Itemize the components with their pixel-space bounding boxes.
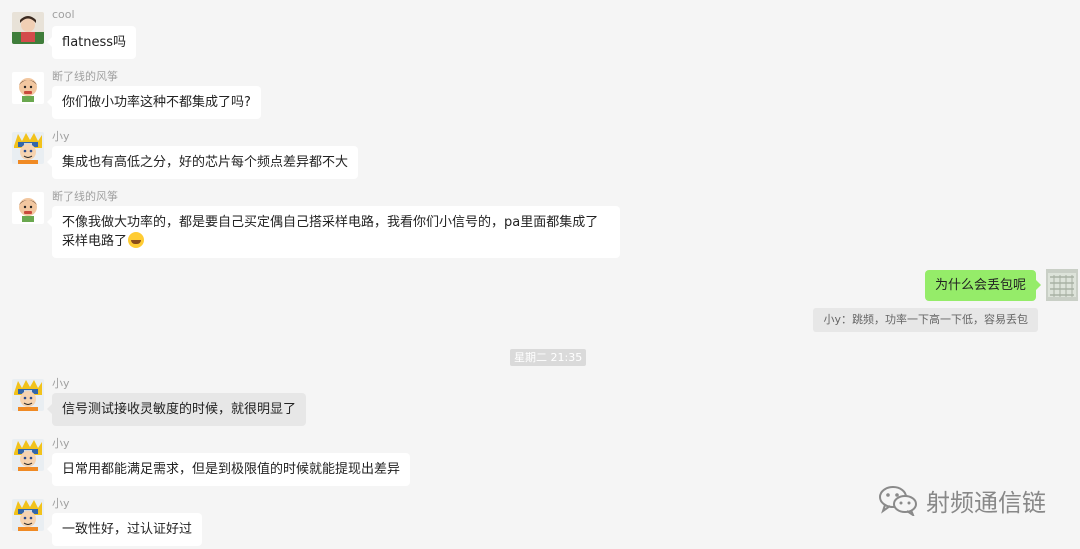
message-bubble[interactable]: 一致性好，过认证好过 — [46, 513, 203, 546]
watermark-text: 射频通信链 — [926, 488, 1046, 517]
quoted-reply[interactable]: 小y：跳频，功率一下高一下低，容易丢包 — [813, 308, 1038, 332]
message-item: 断了线的风筝 不像我做大功率的，都是要自己买定偶自己搭采样电路，我看你们小信号的… — [12, 190, 652, 258]
message-item: 小y 集成也有高低之分，好的芯片每个频点差异都不大 — [12, 130, 512, 182]
sender-name: 断了线的风筝 — [52, 190, 118, 203]
avatar-xiao-y[interactable] — [12, 379, 44, 411]
avatar-cool[interactable] — [12, 12, 44, 44]
message-item: cool flatness吗 — [12, 8, 512, 62]
avatar-xiao-y[interactable] — [12, 439, 44, 471]
self-message-bubble[interactable]: 为什么会丢包呢 — [924, 270, 1042, 301]
sender-name: 断了线的风筝 — [52, 70, 118, 83]
message-bubble[interactable]: 你们做小功率这种不都集成了吗? — [47, 86, 261, 119]
self-avatar[interactable] — [1046, 269, 1078, 301]
sender-name: 小y — [52, 437, 70, 450]
wechat-icon — [878, 484, 918, 518]
message-bubble[interactable]: 日常用都能满足需求，但是到极限值的时候就能提现出差异 — [46, 453, 411, 486]
sender-name: 小y — [52, 377, 70, 390]
message-item: 小y 信号测试接收灵敏度的时候，就很明显了 — [12, 377, 512, 429]
avatar-xiao-y[interactable] — [12, 132, 44, 164]
sender-name: cool — [52, 8, 75, 21]
message-bubble[interactable]: 不像我做大功率的，都是要自己买定偶自己搭采样电路，我看你们小信号的，pa里面都集… — [47, 206, 620, 258]
avatar-xiao-y[interactable] — [12, 499, 44, 531]
message-bubble[interactable]: 信号测试接收灵敏度的时候，就很明显了 — [46, 393, 307, 426]
message-item: 断了线的风筝 你们做小功率这种不都集成了吗? — [12, 70, 512, 122]
watermark: 射频通信链 — [878, 482, 1046, 518]
message-bubble[interactable]: flatness吗 — [46, 26, 137, 59]
avatar-kite[interactable] — [12, 192, 44, 224]
laughing-emoji-icon — [128, 232, 145, 248]
timestamp-divider: 星期二 21:35 — [510, 349, 587, 366]
message-item: 小y 一致性好，过认证好过 — [12, 497, 512, 549]
avatar-kite[interactable] — [12, 72, 44, 104]
message-bubble[interactable]: 集成也有高低之分，好的芯片每个频点差异都不大 — [46, 146, 359, 179]
message-item: 小y 日常用都能满足需求，但是到极限值的时候就能提现出差异 — [12, 437, 512, 489]
sender-name: 小y — [52, 497, 70, 510]
sender-name: 小y — [52, 130, 70, 143]
